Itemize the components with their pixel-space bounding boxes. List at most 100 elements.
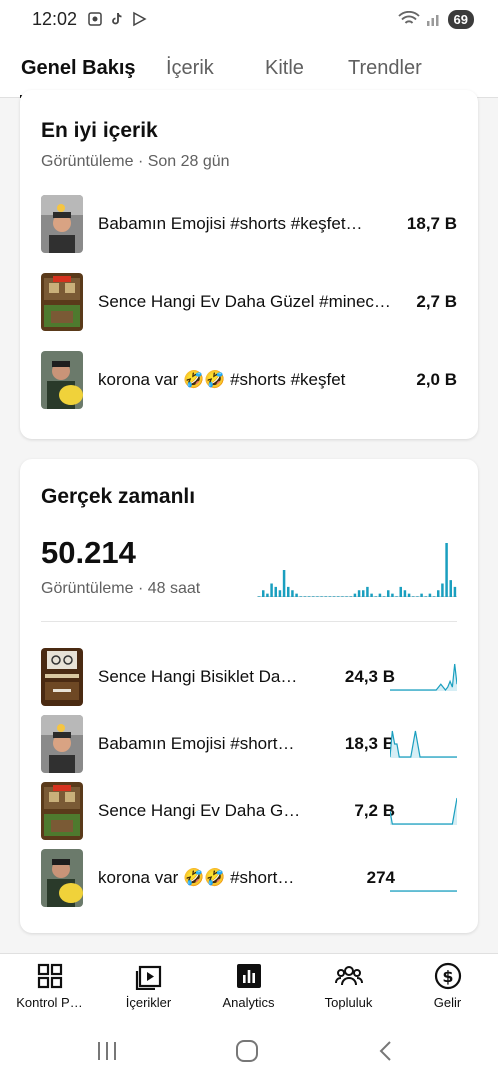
back-icon[interactable] [375,1039,399,1063]
nav-label: Topluluk [324,995,373,1010]
chart-bar [345,596,348,597]
realtime-row[interactable]: Sence Hangi Ev Daha G… 7,2 B [20,782,478,842]
chart-bar [320,596,323,597]
chart-bar [282,570,286,597]
chart-bar [391,593,394,597]
realtime-card: Gerçek zamanlı 50.214 Görüntüleme · 48 s… [20,459,478,933]
analytics-icon [237,964,261,988]
sparkline-line [390,797,457,825]
sparkline-line [390,663,457,691]
nav-community[interactable]: Topluluk [299,954,398,1022]
video-thumbnail [41,648,83,706]
chart-bar [270,583,273,597]
tiktok-icon [112,12,122,25]
video-title: Babamın Emojisi #shorts #keşfet… [98,214,363,233]
realtime-bar-chart [257,543,457,597]
video-thumbnail [41,195,83,253]
nav-label: İçerikler [125,995,172,1010]
view-count: 7,2 B [354,801,395,820]
chart-bar [370,593,373,597]
chart-bar [274,586,277,597]
bottom-navigation: Kontrol P… İçerikler Analytics Topluluk … [0,953,498,1021]
home-icon[interactable] [235,1039,259,1063]
card-title: En iyi içerik [41,119,158,142]
community-icon [335,966,363,986]
video-title: Sence Hangi Bisiklet Da… [98,667,298,686]
video-thumbnail [41,849,83,907]
chart-bar [257,596,261,597]
nav-label: Kontrol P… [16,995,83,1010]
tab-overview[interactable]: Genel Bakış [21,57,136,80]
tab-content[interactable]: İçerik [166,57,214,80]
sparkline-area [390,798,457,825]
nav-earn[interactable]: $ Gelir [398,954,497,1022]
nav-label: Gelir [433,995,462,1010]
wifi-icon [397,11,420,24]
chart-bar [303,596,307,597]
realtime-row[interactable]: Sence Hangi Bisiklet Da… 24,3 B [20,648,478,708]
video-title: Sence Hangi Ev Daha G… [98,801,301,820]
status-bar: 12:02 69 [0,0,498,38]
realtime-total-views: 50.214 [41,535,136,570]
view-count: 2,0 B [416,370,457,389]
chart-bar [399,586,402,597]
realtime-row[interactable]: Babamın Emojisi #short… 18,3 B [20,715,478,775]
card-title: Gerçek zamanlı [41,485,196,508]
chart-bar [357,590,361,597]
chart-bar [420,593,423,597]
card-subtitle: Görüntüleme · Son 28 gün [41,153,230,170]
chart-bar [312,596,315,597]
chart-bar [295,593,298,597]
nav-content[interactable]: İçerikler [99,954,198,1022]
top-content-card: En iyi içerik Görüntüleme · Son 28 gün B… [20,90,478,439]
view-count: 18,3 B [344,734,395,753]
chart-bar [291,590,294,597]
chart-bar [262,590,265,597]
notification-icons [87,11,147,27]
top-content-row[interactable]: Babamın Emojisi #shorts #keşfet… 18,7 B [20,195,478,255]
screenshot-icon [88,12,102,26]
chart-bar [332,596,336,597]
realtime-row[interactable]: korona var 🤣🤣 #short… 274 [20,849,478,909]
video-title: Babamın Emojisi #short… [98,734,295,753]
chart-bar [424,596,427,597]
card-subtitle: Görüntüleme · 48 saat [41,580,201,597]
chart-bar [266,593,269,597]
top-content-row[interactable]: Sence Hangi Ev Daha Güzel #minec… 2,7 B [20,273,478,333]
earn-icon: $ [434,962,462,990]
chart-bar [441,583,444,597]
sparkline-area [390,664,457,691]
nav-dashboard[interactable]: Kontrol P… [0,954,99,1022]
video-title: Sence Hangi Ev Daha Güzel #minec… [98,292,391,311]
view-count: 18,7 B [406,214,457,233]
top-content-row[interactable]: korona var 🤣🤣 #shorts #keşfet 2,0 B [20,351,478,411]
chart-bar [437,590,440,597]
video-title: korona var 🤣🤣 #shorts #keşfet [98,370,346,389]
nav-label: Analytics [222,995,275,1010]
chart-bar [316,596,319,597]
tab-bar: Genel Bakış İçerik Kitle Trendler [0,38,498,98]
chart-bar [349,596,352,597]
tab-trends[interactable]: Trendler [348,57,422,80]
video-thumbnail [41,782,83,840]
chart-bar [453,586,457,597]
tab-audience[interactable]: Kitle [265,57,304,80]
chart-bar [407,593,411,597]
sparkline-area [390,731,457,758]
video-sparkline [390,730,457,758]
battery-indicator: 69 [447,9,474,29]
chart-bar [403,590,407,597]
chart-bar [287,586,290,597]
content-icon [135,965,162,990]
dashboard-icon [37,963,63,989]
chart-bar [307,596,311,597]
play-store-icon [133,11,147,27]
chart-bar [278,590,282,597]
nav-analytics[interactable]: Analytics [199,954,298,1022]
chart-bar [428,593,432,597]
video-thumbnail [41,273,83,331]
chart-bar [387,590,390,597]
recent-apps-icon[interactable] [95,1039,119,1063]
video-sparkline [390,663,457,691]
chart-bar [412,596,415,597]
